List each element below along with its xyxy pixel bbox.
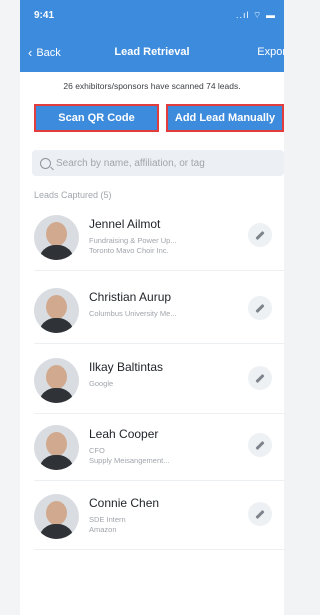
- pencil-icon: [255, 303, 265, 313]
- avatar: [34, 494, 79, 539]
- avatar: [34, 358, 79, 403]
- pencil-icon: [255, 373, 265, 383]
- phone-screen: 9:41 ..ıl ⌔ ▬ ‹ Back Lead Retrieval Expo…: [20, 0, 284, 615]
- status-icons: ..ıl ⌔ ▬: [236, 10, 276, 20]
- search-input[interactable]: [56, 157, 266, 169]
- export-button[interactable]: Expor: [257, 46, 284, 58]
- lead-affiliation: SDE Intern: [89, 515, 126, 524]
- lead-affiliation: CFO: [89, 446, 105, 455]
- lead-row[interactable]: Jennel Ailmot Fundraising & Power Up... …: [20, 205, 284, 271]
- status-time: 9:41: [34, 10, 55, 21]
- add-lead-manually-button[interactable]: Add Lead Manually: [166, 104, 284, 132]
- search-icon: [40, 157, 51, 169]
- lead-name: Christian Aurup: [89, 290, 172, 304]
- pencil-icon: [255, 509, 265, 519]
- avatar: [34, 215, 79, 260]
- left-panel: [0, 0, 21, 615]
- page-title: Lead Retrieval: [114, 46, 190, 58]
- lead-affiliation: Google: [89, 379, 114, 388]
- lead-affiliation: Supply Meisangement...: [89, 456, 170, 465]
- lead-affiliation: Fundraising & Power Up...: [89, 236, 177, 245]
- avatar: [34, 425, 79, 470]
- lead-row[interactable]: Connie Chen SDE Intern Amazon: [20, 484, 284, 550]
- lead-row[interactable]: Leah Cooper CFO Supply Meisangement...: [20, 415, 284, 481]
- lead-row[interactable]: Christian Aurup Columbus University Me..…: [20, 278, 284, 344]
- scan-qr-code-button[interactable]: Scan QR Code: [34, 104, 159, 132]
- edit-button[interactable]: [248, 223, 272, 247]
- lead-affiliation: Amazon: [89, 525, 117, 534]
- lead-name: Jennel Ailmot: [89, 217, 161, 231]
- lead-name: Connie Chen: [89, 496, 160, 510]
- edit-button[interactable]: [248, 296, 272, 320]
- pencil-icon: [255, 230, 265, 240]
- lead-affiliation: Toronto Mavo Choir Inc.: [89, 246, 169, 255]
- leads-captured-header: Leads Captured (5): [34, 190, 112, 200]
- lead-name: Leah Cooper: [89, 427, 159, 441]
- lead-affiliation: Columbus University Me...: [89, 309, 177, 318]
- edit-button[interactable]: [248, 433, 272, 457]
- lead-name: Ilkay Baltintas: [89, 360, 164, 374]
- edit-button[interactable]: [248, 366, 272, 390]
- scan-summary: 26 exhibitors/sponsors have scanned 74 l…: [63, 81, 241, 91]
- header-bar: 9:41 ..ıl ⌔ ▬ ‹ Back Lead Retrieval Expo…: [20, 0, 284, 72]
- pencil-icon: [255, 440, 265, 450]
- lead-row[interactable]: Ilkay Baltintas Google: [20, 348, 284, 414]
- avatar: [34, 288, 79, 333]
- search-bar[interactable]: [32, 150, 284, 176]
- edit-button[interactable]: [248, 502, 272, 526]
